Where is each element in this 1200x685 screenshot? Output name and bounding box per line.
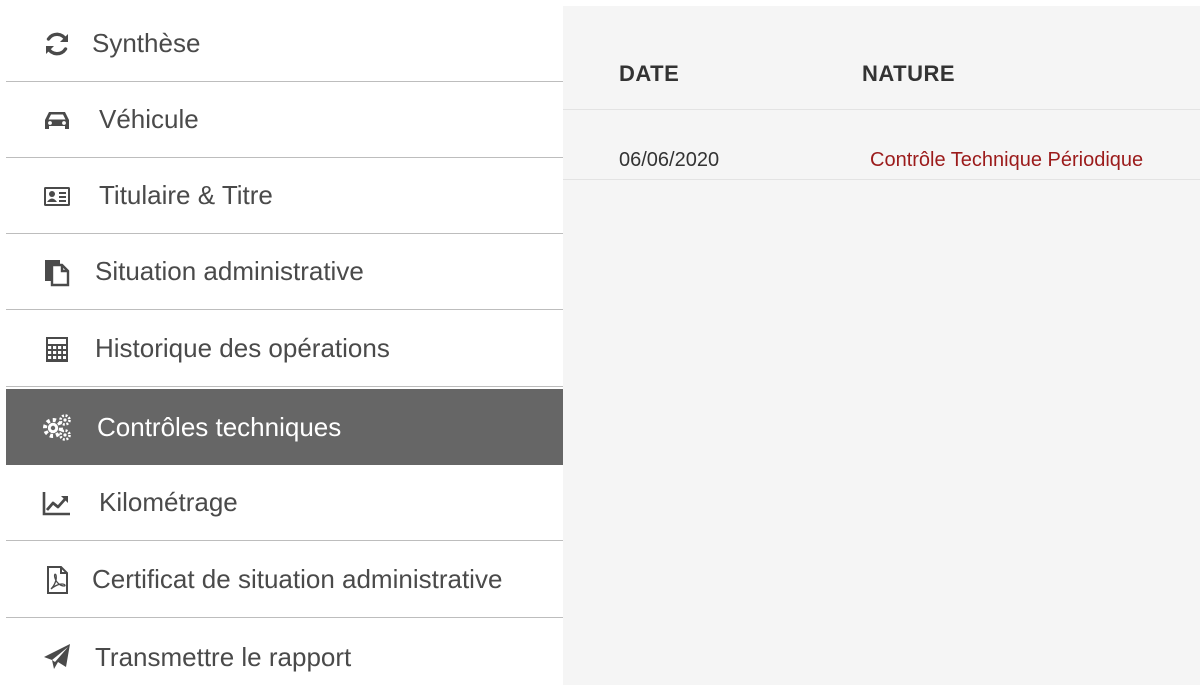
car-icon <box>40 103 74 137</box>
sidebar-item-label: Certificat de situation administrative <box>92 564 503 594</box>
gears-icon <box>40 410 74 444</box>
pdf-file-icon <box>40 563 74 597</box>
sidebar-item-controles-techniques[interactable]: Contrôles techniques <box>6 389 563 465</box>
documents-icon <box>40 255 74 289</box>
controls-panel: DATE NATURE 06/06/2020 Contrôle Techniqu… <box>563 6 1200 685</box>
sidebar-item-label: Synthèse <box>92 28 201 58</box>
sidebar-item-label: Historique des opérations <box>95 333 390 363</box>
id-card-icon <box>40 179 74 213</box>
table-row: 06/06/2020 Contrôle Technique Périodique <box>563 110 1200 180</box>
refresh-icon <box>40 27 74 61</box>
column-header-date: DATE <box>619 61 680 86</box>
sidebar-item-certificat[interactable]: Certificat de situation administrative <box>6 542 563 618</box>
sidebar-item-label: Kilométrage <box>99 487 238 517</box>
app-root: Synthèse Véhicule Titulaire & Titre Situ… <box>0 0 1200 685</box>
sidebar-item-situation-administrative[interactable]: Situation administrative <box>6 234 563 310</box>
sidebar-item-transmettre[interactable]: Transmettre le rapport <box>6 619 563 685</box>
row-date: 06/06/2020 <box>619 149 720 171</box>
calculator-icon <box>40 332 74 366</box>
column-header-nature: NATURE <box>862 61 956 86</box>
sidebar-item-label: Véhicule <box>99 104 199 134</box>
sidebar-nav: Synthèse Véhicule Titulaire & Titre Situ… <box>0 0 563 685</box>
sidebar-item-titulaire[interactable]: Titulaire & Titre <box>6 158 563 234</box>
row-nature-link[interactable]: Contrôle Technique Périodique <box>870 149 1143 172</box>
sidebar-item-label: Contrôles techniques <box>97 411 342 442</box>
sidebar-item-synthese[interactable]: Synthèse <box>6 6 563 82</box>
sidebar-item-label: Situation administrative <box>95 256 364 286</box>
paper-plane-icon <box>40 640 74 674</box>
line-chart-icon <box>40 486 74 520</box>
sidebar-item-label: Titulaire & Titre <box>99 180 273 210</box>
sidebar-item-kilometrage[interactable]: Kilométrage <box>6 465 563 541</box>
sidebar-item-historique[interactable]: Historique des opérations <box>6 311 563 387</box>
sidebar-item-label: Transmettre le rapport <box>95 641 352 672</box>
table-header: DATE NATURE <box>563 6 1200 110</box>
sidebar-item-vehicule[interactable]: Véhicule <box>6 82 563 158</box>
